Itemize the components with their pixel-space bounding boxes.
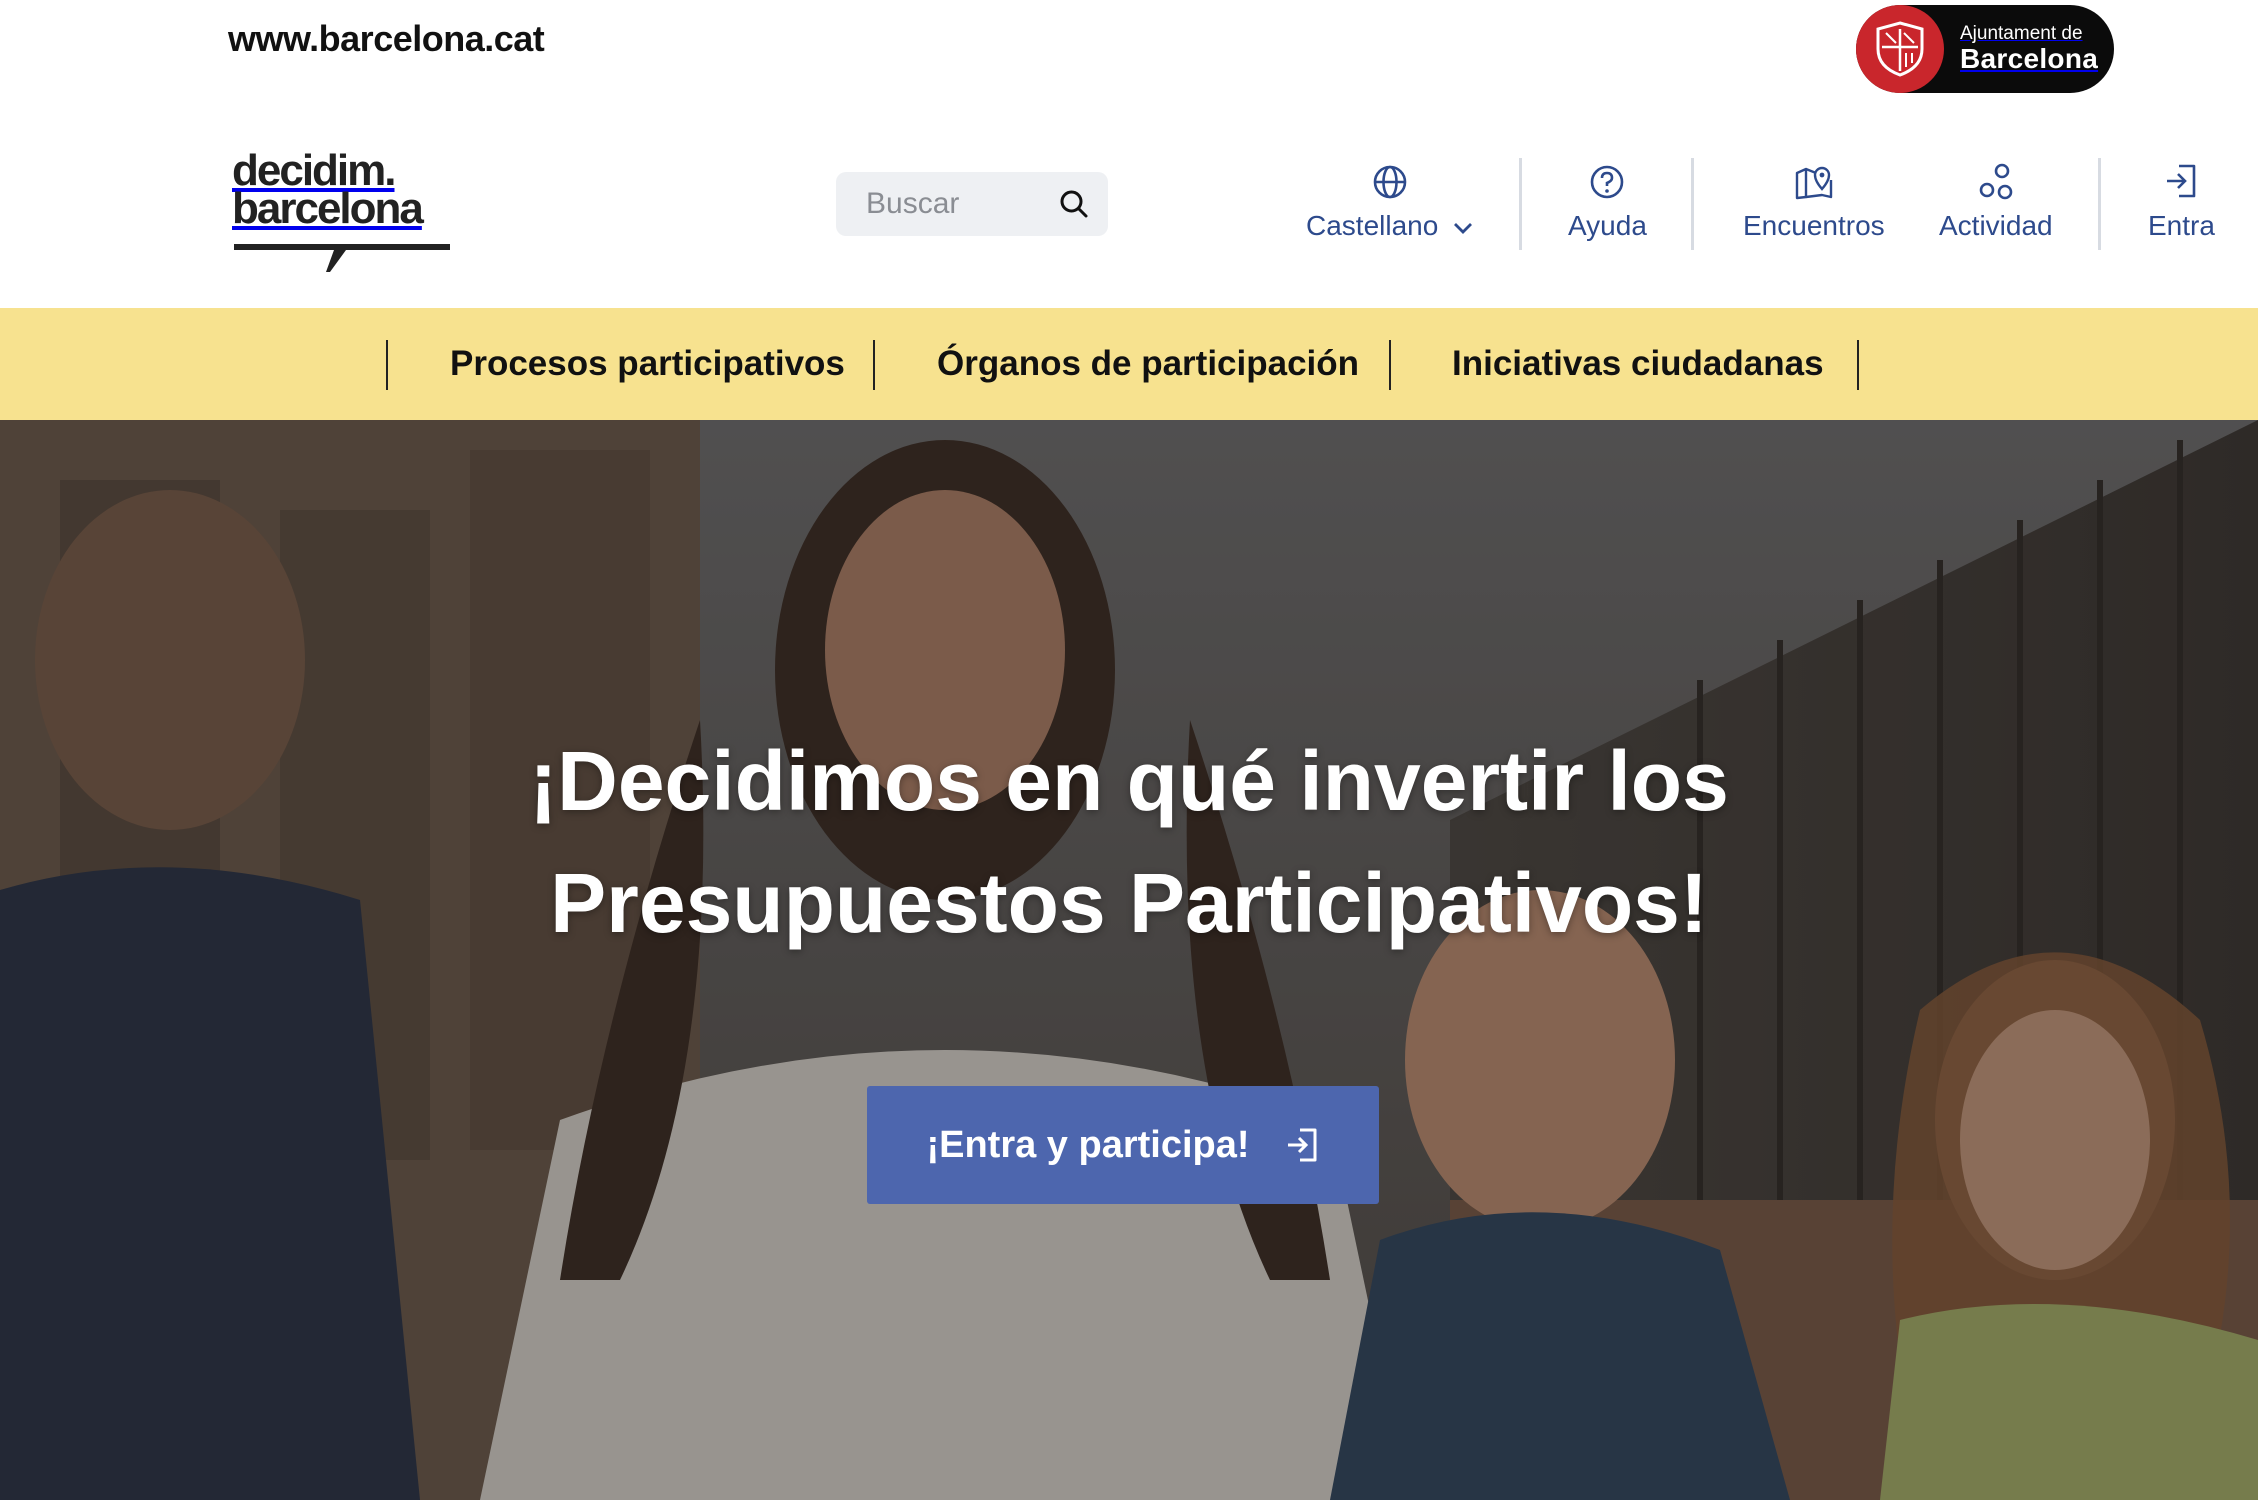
activity-link[interactable]: Actividad [1939,156,2053,242]
search-input[interactable] [866,187,1036,221]
search-button[interactable] [1054,184,1094,224]
help-label: Ayuda [1568,210,1647,241]
category-divider [1389,340,1391,390]
help-link[interactable]: Ayuda [1568,156,1647,242]
hero-title-line-2: Presupuestos Participativos! [550,856,1708,950]
hero-title-line-1: ¡Decidimos en qué invertir los [529,734,1729,828]
login-label: Entra [2148,210,2215,241]
ajuntament-small-text: Ajuntament de [1960,23,2083,45]
meetings-link[interactable]: Encuentros [1743,156,1885,242]
cta-label: ¡Entra y participa! [926,1123,1250,1166]
ajuntament-logo-link[interactable]: Ajuntament de Barcelona [1856,5,2114,93]
enter-and-participate-button[interactable]: ¡Entra y participa! [867,1086,1379,1204]
hero-banner: ¡Decidimos en qué invertir los Presupues… [0,420,2258,1500]
category-divider [386,340,388,390]
hero-title: ¡Decidimos en qué invertir los Presupues… [0,720,2258,964]
language-label: Castellano [1306,210,1474,242]
language-text: Castellano [1306,210,1439,241]
category-nav-bar: Procesos participativos Órganos de parti… [0,308,2258,420]
logo-line-2: barcelona [232,184,424,233]
nav-divider [1691,158,1694,250]
nav-divider [2098,158,2101,250]
category-participatory-processes[interactable]: Procesos participativos [450,308,845,420]
ajuntament-wordmark: Ajuntament de Barcelona [1960,23,2099,75]
barcelona-seal-icon [1856,5,1944,93]
category-divider [1857,340,1859,390]
search-icon [1060,190,1088,218]
decidim-barcelona-logo[interactable]: decidim. barcelona [232,149,452,272]
main-header: decidim. barcelona Castellano [0,100,2258,308]
activity-icon [1978,156,2014,200]
category-divider [873,340,875,390]
nav-divider [1519,158,1522,250]
login-icon [1287,1128,1317,1162]
language-selector[interactable]: Castellano [1306,156,1474,242]
search-box [836,172,1108,236]
meetings-label: Encuentros [1743,210,1885,241]
map-pin-icon [1794,156,1834,200]
chevron-down-icon [1454,222,1473,234]
top-bar: www.barcelona.cat Ajuntament de Barcelon… [0,0,2258,100]
category-citizen-initiatives[interactable]: Iniciativas ciudadanas [1452,308,1824,420]
login-icon [2163,156,2199,200]
login-link[interactable]: Entra [2148,156,2215,242]
globe-icon [1372,156,1408,200]
activity-label: Actividad [1939,210,2053,241]
logo-speech-tail-icon [234,244,450,272]
barcelona-cat-link[interactable]: www.barcelona.cat [228,18,545,60]
category-participation-bodies[interactable]: Órganos de participación [937,308,1359,420]
ajuntament-big-text: Barcelona [1960,43,2099,75]
help-circle-icon [1589,156,1625,200]
